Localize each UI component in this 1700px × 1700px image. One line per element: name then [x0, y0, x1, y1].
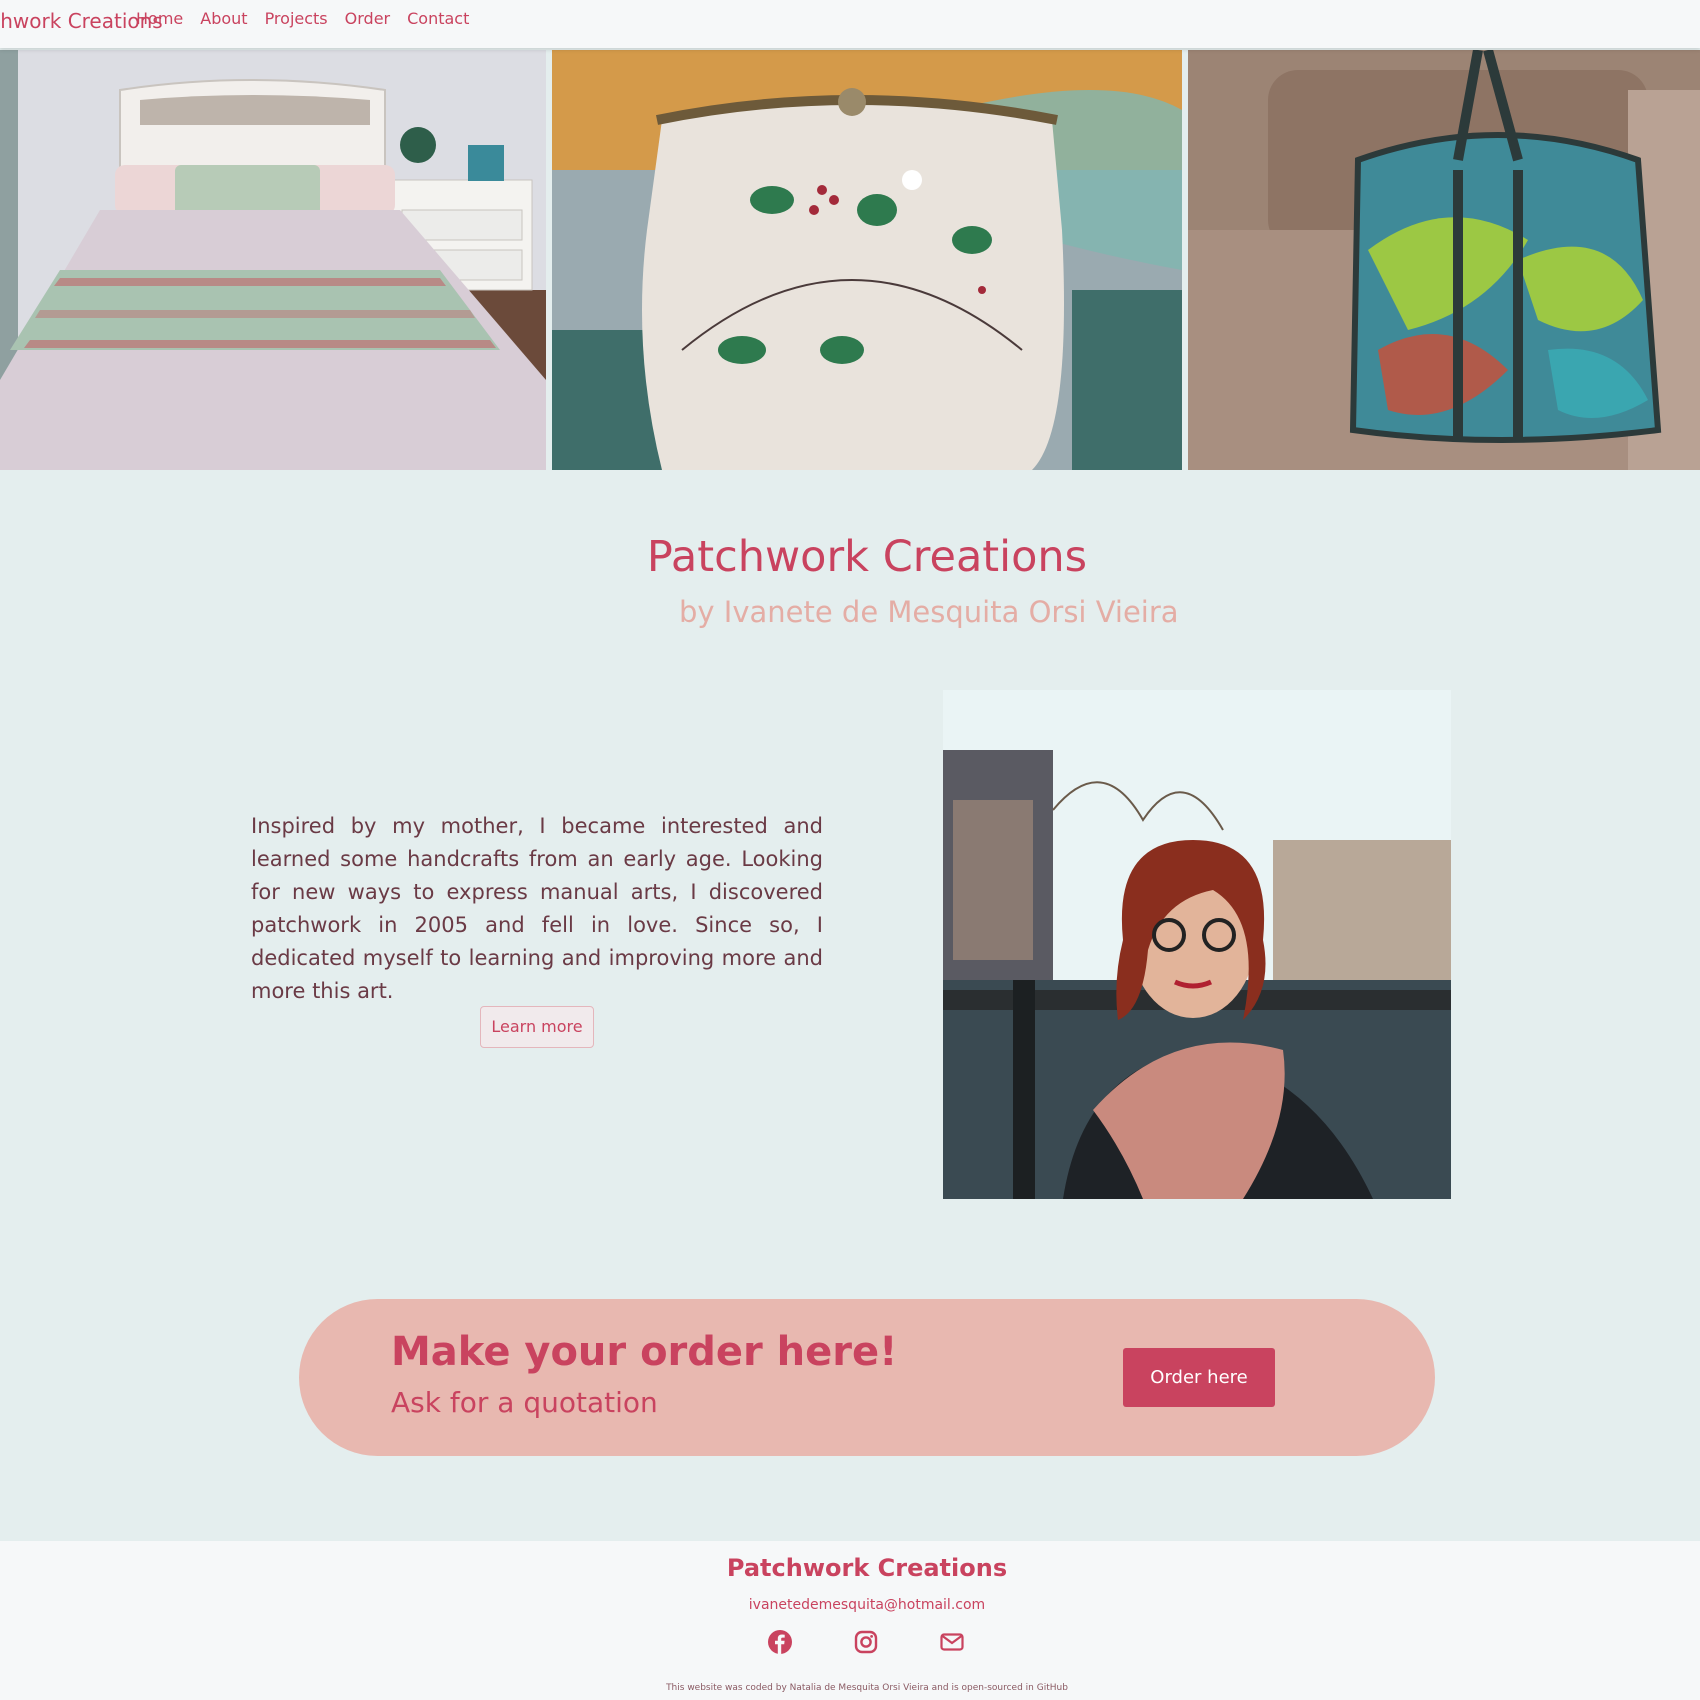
order-here-button[interactable]: Order here	[1123, 1348, 1275, 1407]
order-subtitle: Ask for a quotation	[391, 1386, 658, 1419]
nav-link-projects[interactable]: Projects	[265, 9, 328, 28]
embroidered-purse-photo	[552, 50, 1182, 470]
learn-more-button[interactable]: Learn more	[480, 1006, 594, 1048]
bedspread-photo	[0, 50, 546, 470]
page-title: Patchwork Creations	[646, 532, 1088, 582]
nav-link-contact[interactable]: Contact	[407, 9, 469, 28]
instagram-icon[interactable]	[853, 1629, 879, 1655]
footer-email[interactable]: ivanetedemesquita@hotmail.com	[0, 1597, 1700, 1613]
envelope-icon[interactable]	[939, 1629, 965, 1655]
nav-link-order[interactable]: Order	[345, 9, 390, 28]
hero-gallery	[0, 50, 1700, 470]
page-subtitle: by Ivanete de Mesquita Orsi Vieira	[679, 595, 1179, 629]
artist-portrait-photo	[943, 690, 1451, 1199]
nav-links: Home About Projects Order Contact	[136, 9, 469, 28]
footer-title: Patchwork Creations	[726, 1554, 1008, 1582]
facebook-icon[interactable]	[767, 1629, 793, 1655]
nav-link-home[interactable]: Home	[136, 9, 183, 28]
about-text: Inspired by my mother, I became interest…	[251, 814, 823, 1003]
nav-link-about[interactable]: About	[200, 9, 247, 28]
order-banner: Make your order here! Ask for a quotatio…	[299, 1299, 1435, 1456]
social-icons	[767, 1629, 965, 1655]
footer-credit: This website was coded by Natalia de Mes…	[666, 1683, 1068, 1693]
footer: Patchwork Creations ivanetedemesquita@ho…	[0, 1541, 1700, 1700]
patchwork-bag-photo	[1188, 50, 1700, 470]
order-title: Make your order here!	[391, 1329, 898, 1375]
navbar: Patchwork Creations Home About Projects …	[0, 0, 1700, 48]
